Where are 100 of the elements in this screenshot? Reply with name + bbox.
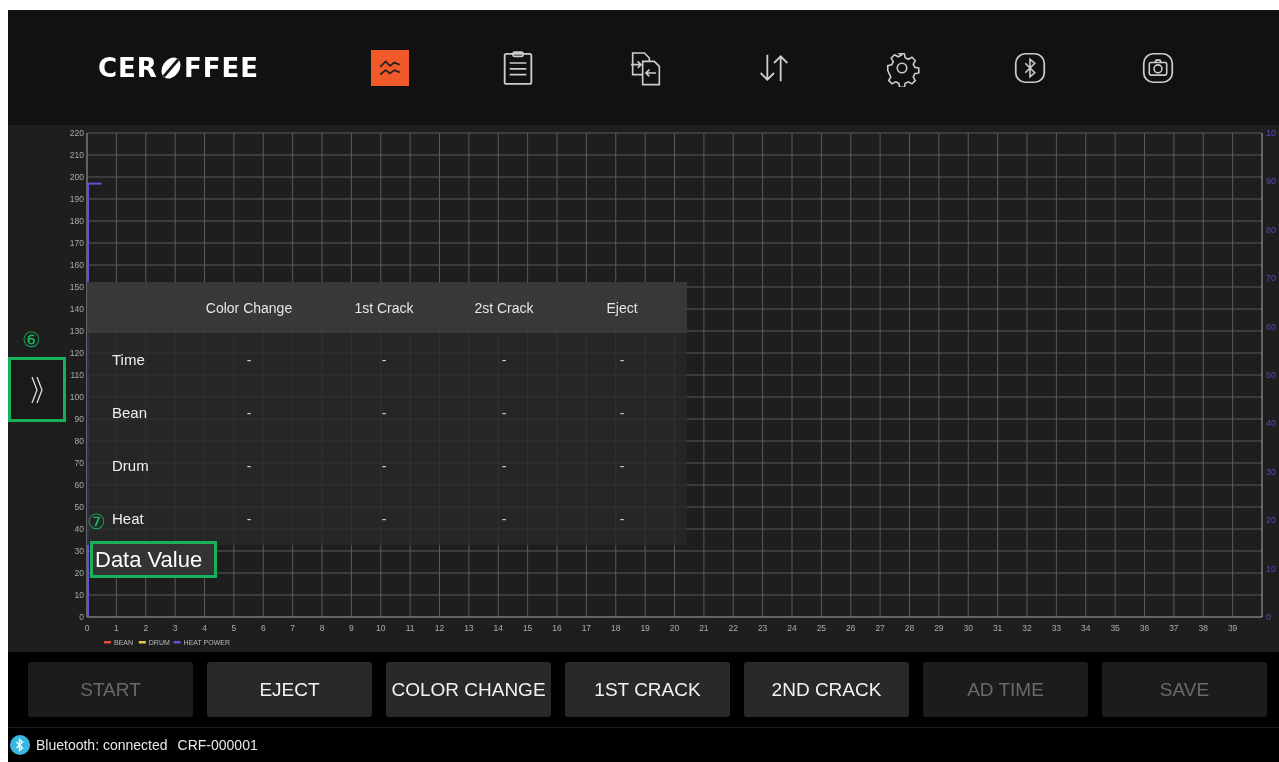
x-tick-label: 2 [143,623,149,633]
x-tick-label: 37 [1169,623,1179,633]
x-tick-label: 1 [114,623,119,633]
x-tick-label: 30 [963,623,973,633]
x-tick-label: 17 [581,623,592,633]
device-id: CRF-000001 [177,737,258,753]
column-header: Eject [606,299,638,316]
annotation-number: ⑦ [87,511,106,532]
x-tick-label: 4 [202,623,207,633]
y-tick-label: 30 [74,546,84,556]
right-axis-tick-label: 30 [1266,466,1276,477]
y-tick-label: 0 [79,612,84,622]
x-tick-label: 5 [231,623,237,633]
x-tick-label: 38 [1198,623,1208,633]
table-cell: - [619,510,625,527]
y-tick-label: 190 [69,194,84,204]
y-tick-label: 80 [74,436,84,446]
x-tick-label: 7 [290,623,295,633]
table-cell: - [501,404,507,421]
x-tick-label: 3 [172,623,178,633]
y-tick-label: 120 [69,348,84,358]
x-tick-label: 6 [260,623,266,633]
x-tick-label: 9 [349,623,354,633]
right-axis-tick-label: 90 [1266,176,1276,187]
table-cell: - [619,351,625,368]
right-axis-tick-label: 0 [1266,612,1271,622]
y-tick-label: 180 [69,216,84,226]
connection-status: Bluetooth: connected [36,737,168,753]
y-tick-label: 90 [74,414,84,424]
x-tick-label: 19 [640,623,650,633]
row-header: Drum [112,457,149,474]
column-header: 2st Crack [474,299,534,316]
x-tick-label: 39 [1227,623,1238,633]
x-tick-label: 33 [1051,623,1062,633]
right-axis-tick-label: 10 [1266,563,1276,574]
y-tick-label: 50 [74,502,84,512]
x-tick-label: 31 [992,623,1003,633]
y-tick-label: 160 [69,260,84,270]
x-tick-label: 11 [405,623,415,633]
annotation-number: ⑥ [22,329,41,350]
y-tick-label: 110 [70,370,84,380]
double-chevron-icon [30,374,44,405]
column-header: Color Change [205,299,293,316]
y-tick-label: 40 [74,524,84,534]
y-tick-label: 170 [69,238,84,248]
y-tick-label: 210 [69,150,84,160]
x-tick-label: 18 [611,623,621,633]
table-cell: - [381,404,387,421]
x-tick-label: 25 [816,623,827,633]
table-cell: - [246,510,252,527]
x-tick-label: 20 [669,623,680,633]
x-tick-label: 8 [319,623,325,633]
action-button[interactable]: EJECT [207,662,372,717]
right-axis-tick-label: 20 [1266,515,1276,526]
action-button[interactable]: COLOR CHANGE [386,662,551,717]
x-tick-label: 36 [1139,623,1150,633]
x-tick-label: 21 [699,623,709,633]
action-button[interactable]: 1ST CRACK [565,662,730,717]
x-tick-label: 16 [552,623,562,633]
y-tick-label: 100 [69,392,84,402]
column-header: 1st Crack [354,299,414,316]
y-tick-label: 200 [69,172,84,182]
y-tick-label: 130 [69,326,84,336]
x-tick-label: 10 [376,623,386,633]
table-cell: - [381,510,387,527]
x-tick-label: 0 [84,623,90,633]
action-button[interactable]: 2ND CRACK [744,662,909,717]
chart-tab[interactable] [371,49,409,86]
right-axis-tick-label: 60 [1266,321,1276,332]
row-header: Bean [112,404,148,421]
table-cell: - [246,351,252,368]
x-tick-label: 15 [522,623,533,633]
logo: CER FFEE [98,52,260,83]
callout-label: Data Value [90,541,217,578]
x-tick-label: 34 [1081,623,1091,633]
x-tick-label: 14 [493,623,503,633]
table-cell: - [501,510,507,527]
x-tick-label: 23 [757,623,768,633]
table-cell: - [381,457,387,474]
expand-panel-button[interactable] [8,357,66,422]
y-tick-label: 10 [74,590,84,600]
row-header: Heat [112,510,144,527]
table-cell: - [619,404,625,421]
x-tick-label: 22 [728,623,738,633]
x-tick-label: 26 [846,623,856,633]
right-axis-tick-label: 70 [1266,273,1276,284]
x-tick-label: 32 [1022,623,1032,633]
row-header: Time [112,351,145,368]
x-tick-label: 24 [787,623,797,633]
table-cell: - [501,457,507,474]
y-tick-label: 60 [74,480,84,490]
table-cell: - [246,404,252,421]
y-tick-label: 220 [69,128,84,138]
y-tick-label: 150 [69,282,84,292]
x-tick-label: 28 [904,623,915,633]
y-tick-label: 20 [74,568,84,578]
right-axis-tick-label: 50 [1266,370,1276,380]
x-tick-label: 13 [464,623,474,633]
y-tick-label: 140 [69,304,84,314]
x-tick-label: 35 [1110,623,1120,633]
